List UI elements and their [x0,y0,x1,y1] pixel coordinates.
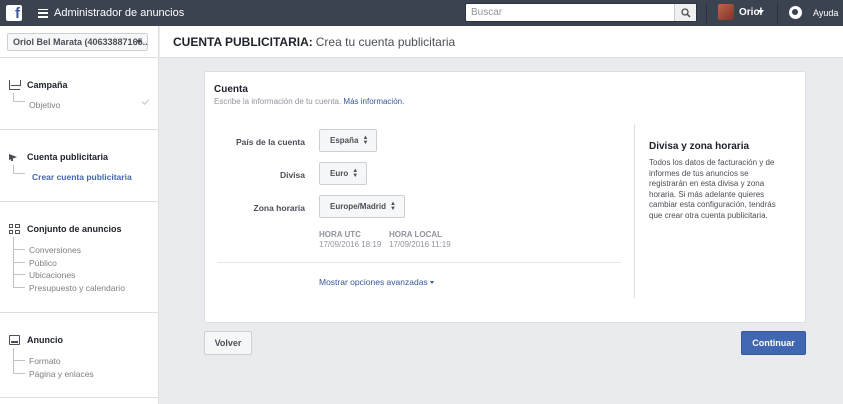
divider [0,312,159,313]
search-box [465,3,697,22]
tree-line [13,93,14,101]
sidebar-section-label: Cuenta publicitaria [27,152,109,162]
card-title: Cuenta [214,84,248,95]
page-title: CUENTA PUBLICITARIA: Crea tu cuenta publ… [160,26,843,58]
divider [634,124,635,298]
globe-icon[interactable] [789,6,802,19]
timezone-label: Zona horaria [253,203,305,213]
card-subtitle-text: Escribe la información de tu cuenta. [214,97,342,106]
sidebar-item-page-links[interactable]: Página y enlaces [29,369,94,379]
divider [217,262,621,263]
tree-line [13,262,25,263]
account-card: Cuenta Escribe la información de tu cuen… [204,71,806,323]
currency-label: Divisa [279,170,305,180]
info-title: Divisa y zona horaria [649,141,750,152]
page-title-prefix: CUENTA PUBLICITARIA: [173,34,313,49]
page-title-text: Crea tu cuenta publicitaria [315,34,456,49]
utc-time-value: 17/09/2016 18:19 [319,240,382,249]
tree-line [13,173,25,174]
more-info-link[interactable]: Más información. [343,97,404,106]
sidebar-section-label: Campaña [27,80,68,90]
sidebar: Oriol Bel Marata (40633887165... Campaña… [0,26,159,404]
divider [0,201,159,202]
country-label: País de la cuenta [236,137,305,147]
info-body: Todos los datos de facturación y de info… [649,158,776,220]
sidebar-item-placements[interactable]: Ubicaciones [29,270,75,280]
sidebar-section-label: Anuncio [27,335,63,345]
tree-line [13,287,25,288]
top-bar: f Administrador de anuncios Oriol Ayuda [0,0,843,26]
divider [0,129,159,130]
sidebar-section-ad-set[interactable]: Conjunto de anuncios [9,224,122,234]
tree-line [13,101,25,102]
continue-button[interactable]: Continuar [741,331,806,355]
utc-time-label: HORA UTC [319,230,361,239]
topbar-divider [777,3,778,23]
divider [0,397,159,398]
megaphone-icon [9,152,20,162]
sidebar-section-ad-account[interactable]: Cuenta publicitaria [9,152,108,162]
timezone-select-value: Europe/Madrid [330,202,387,211]
divider [0,57,159,58]
advanced-options-label: Mostrar opciones avanzadas [319,277,428,287]
local-time-value: 17/09/2016 11:19 [389,240,451,249]
sort-arrows-icon: ▲ ▼ [352,167,359,179]
sidebar-item-conversions[interactable]: Conversiones [29,245,81,255]
currency-select[interactable]: Euro ▲ ▼ [319,162,368,185]
timezone-select[interactable]: Europe/Madrid ▲ ▼ [319,195,405,218]
sidebar-item-create-ad-account[interactable]: Crear cuenta publicitaria [32,172,132,182]
avatar[interactable] [718,4,734,20]
search-button[interactable] [674,4,696,21]
search-input[interactable] [466,4,674,21]
sidebar-section-ad[interactable]: Anuncio [9,335,63,345]
sidebar-item-budget-schedule[interactable]: Presupuesto y calendario [29,283,125,293]
card-subtitle: Escribe la información de tu cuenta. Más… [214,97,404,106]
chevron-down-icon[interactable] [758,10,764,14]
tree-line [13,373,25,374]
sidebar-section-label: Conjunto de anuncios [27,224,122,234]
help-link[interactable]: Ayuda [813,8,838,18]
topbar-divider [706,3,707,23]
sort-arrows-icon: ▲ ▼ [390,200,396,212]
campaign-icon [9,80,21,90]
sort-arrows-icon: ▲ ▼ [362,134,369,146]
grid-icon [9,224,20,234]
advanced-options-link[interactable]: Mostrar opciones avanzadas [319,277,434,287]
sidebar-item-format[interactable]: Formato [29,356,61,366]
country-select-value: España [330,136,359,145]
facebook-logo-icon[interactable]: f [6,5,22,22]
account-selector-label: Oriol Bel Marata (40633887165... [13,37,148,47]
sidebar-item-objetivo[interactable]: Objetivo [29,100,60,110]
tree-line [13,249,25,250]
country-select[interactable]: España ▲ ▼ [319,129,378,152]
chevron-down-icon [136,40,142,44]
tree-line [13,274,25,275]
back-button[interactable]: Volver [204,331,252,355]
currency-select-value: Euro [330,169,349,178]
check-icon [141,97,150,105]
tree-line [13,360,25,361]
search-icon [680,7,691,18]
app-title[interactable]: Administrador de anuncios [54,7,184,19]
ad-icon [9,335,20,345]
sidebar-item-audience[interactable]: Público [29,258,57,268]
sidebar-section-campaign[interactable]: Campaña [9,80,68,90]
account-selector[interactable]: Oriol Bel Marata (40633887165... [7,33,148,51]
local-time-label: HORA LOCAL [389,230,443,239]
chevron-down-icon [429,281,434,285]
menu-icon[interactable] [38,8,48,18]
tree-line [13,165,14,173]
